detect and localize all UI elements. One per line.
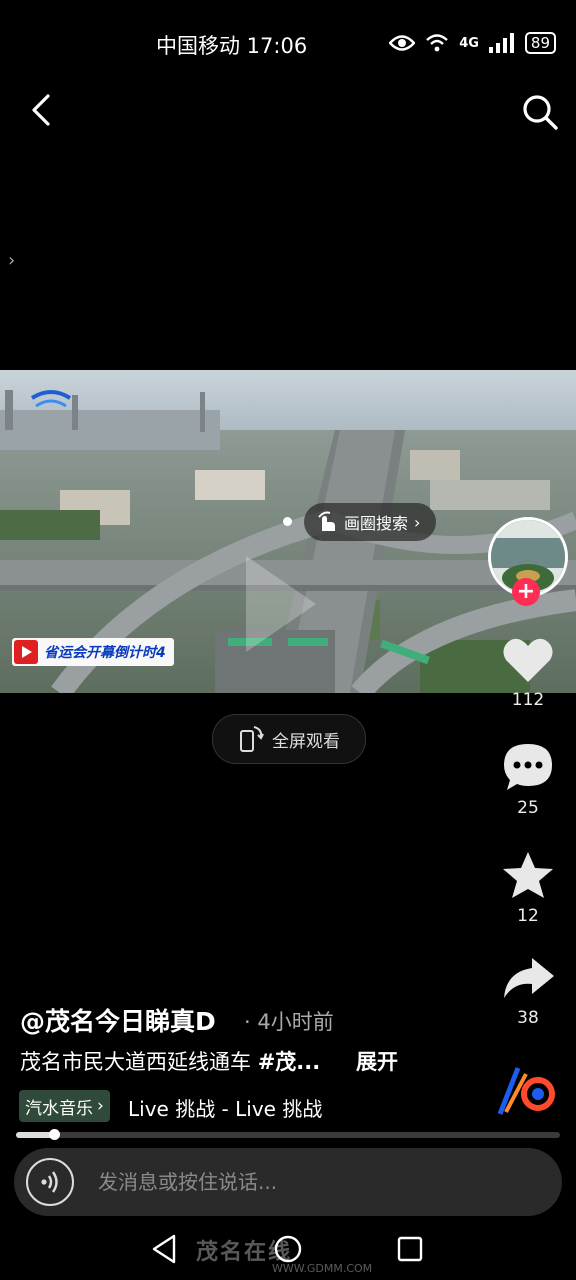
circle-search-label: 画圈搜索	[344, 514, 409, 533]
eye-icon	[389, 35, 416, 51]
chevron-right-icon: ›	[97, 1096, 104, 1116]
music-tag-label: 汽水音乐	[25, 1098, 93, 1119]
like-count: 112	[511, 690, 545, 710]
back-arrow-icon[interactable]	[26, 92, 58, 128]
hand-icon	[318, 511, 335, 531]
music-marquee: Live 挑战 - Live 挑战	[128, 1097, 323, 1121]
message-input[interactable]	[96, 1169, 520, 1195]
banner-play-icon	[14, 640, 38, 664]
circle-search-button[interactable]: 画圈搜索 ›	[304, 503, 437, 541]
message-input-bar	[14, 1148, 562, 1216]
side-panel-chevron[interactable]: ›	[8, 250, 15, 271]
like-button[interactable]: 112	[498, 636, 558, 710]
favorite-count: 12	[517, 906, 539, 926]
music-tag[interactable]: 汽水音乐 ›	[19, 1090, 110, 1122]
video-progress-bar[interactable]	[16, 1129, 560, 1140]
comment-icon	[504, 744, 552, 790]
comment-count: 25	[517, 798, 539, 818]
status-bar: 中国移动 17:06 4G 89	[0, 22, 576, 66]
music-disc-badge[interactable]	[496, 1064, 556, 1118]
channel-logo	[30, 390, 72, 408]
share-count: 38	[517, 1008, 539, 1028]
description-text: 茂名市民大道西延线通车	[20, 1050, 251, 1074]
nav-back-icon	[152, 1234, 176, 1264]
nav-recents-icon	[397, 1236, 423, 1262]
fullscreen-label: 全屏观看	[272, 731, 340, 752]
expand-button[interactable]: 展开	[356, 1046, 398, 1076]
voice-wave-icon	[41, 1171, 58, 1193]
live-indicator	[283, 517, 292, 526]
banner-text: 省运会开幕倒计时4	[44, 645, 166, 661]
chevron-right-icon: ›	[414, 512, 421, 532]
progress-knob[interactable]	[49, 1129, 61, 1140]
author-name[interactable]: @茂名今日睇真D	[20, 1002, 216, 1038]
favorite-button[interactable]: 12	[498, 850, 558, 926]
post-time: · 4小时前	[244, 1010, 334, 1034]
comment-button[interactable]: 25	[498, 742, 558, 818]
follow-button[interactable]: +	[512, 578, 540, 606]
share-arrow-icon	[504, 958, 554, 998]
network-label: 4G	[459, 35, 479, 51]
carrier-time: 中国移动 17:06	[156, 34, 308, 58]
play-icon[interactable]	[246, 556, 316, 652]
share-button[interactable]: 38	[498, 956, 558, 1028]
heart-icon	[503, 638, 553, 682]
wifi-icon	[426, 34, 448, 52]
battery-icon: 89	[524, 32, 556, 54]
fullscreen-button[interactable]: 全屏观看	[212, 714, 366, 764]
hashtag-link[interactable]: #茂...	[258, 1050, 321, 1074]
event-banner: 省运会开幕倒计时4	[12, 638, 174, 666]
signal-icon	[488, 33, 514, 53]
watermark-url: WWW.GDMM.COM	[272, 1262, 373, 1275]
voice-input-button[interactable]	[26, 1158, 74, 1206]
rotate-phone-icon	[240, 726, 264, 752]
search-icon[interactable]	[520, 92, 560, 132]
star-icon	[503, 852, 553, 898]
